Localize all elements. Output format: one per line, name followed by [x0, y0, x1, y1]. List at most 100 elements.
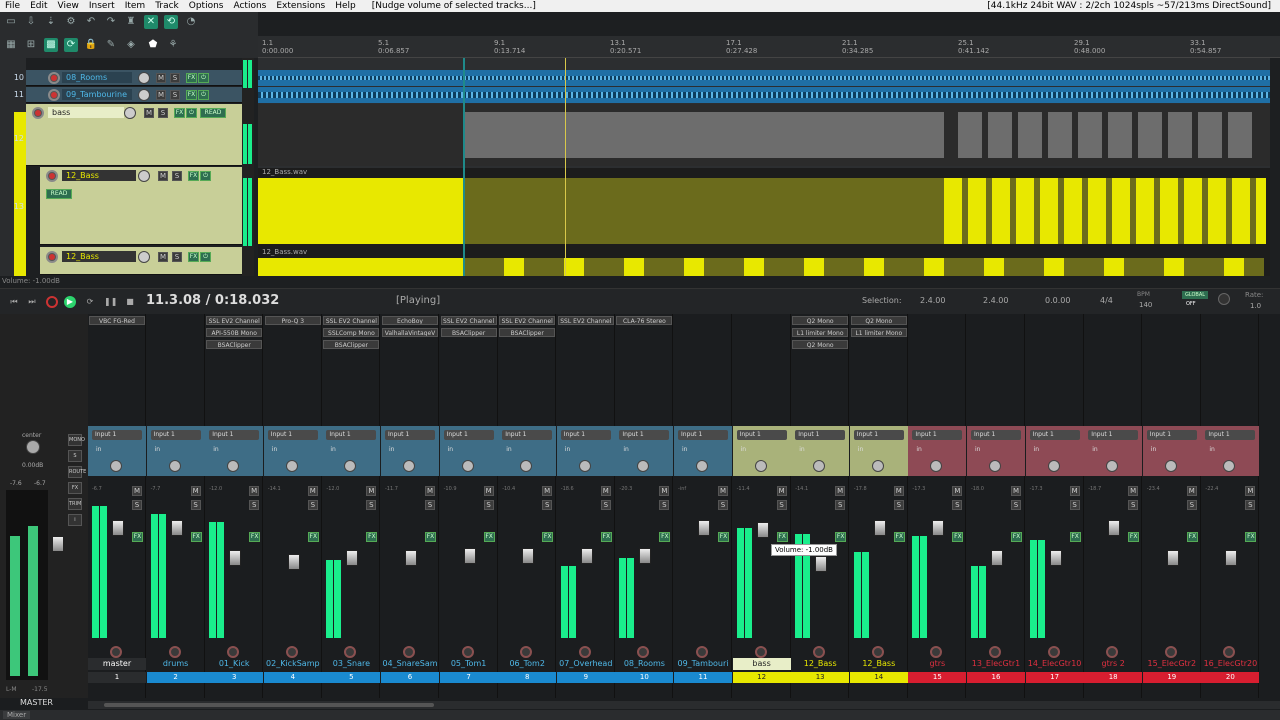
- metronome-icon[interactable]: ♜: [124, 15, 138, 29]
- volume-fader[interactable]: [873, 520, 886, 536]
- strip-name[interactable]: 05_Tom1: [440, 658, 498, 670]
- input-monitor-label[interactable]: in: [682, 446, 687, 453]
- record-arm-button[interactable]: [46, 251, 58, 263]
- strip-name[interactable]: gtrs 2: [1084, 658, 1142, 670]
- mute-button[interactable]: M: [425, 486, 435, 496]
- track-name[interactable]: 12_Bass: [62, 170, 136, 181]
- record-arm-button[interactable]: [930, 646, 943, 658]
- solo-button[interactable]: S: [600, 500, 611, 510]
- fx-button[interactable]: FX: [1011, 532, 1022, 542]
- automation-mode-button[interactable]: READ: [200, 108, 226, 118]
- input-select[interactable]: Input 1: [385, 430, 435, 440]
- rate-value[interactable]: 1.0: [1250, 302, 1261, 310]
- volume-fader[interactable]: [932, 520, 945, 536]
- input-monitor-label[interactable]: in: [741, 446, 746, 453]
- input-monitor-label[interactable]: in: [1151, 446, 1156, 453]
- track-name[interactable]: bass: [48, 107, 124, 118]
- fx-button[interactable]: FX: [249, 532, 261, 542]
- snap-icon[interactable]: ⊞: [24, 38, 38, 52]
- mute-button[interactable]: M: [1128, 486, 1139, 496]
- input-select[interactable]: Input 1: [209, 430, 260, 440]
- mute-button[interactable]: M: [893, 486, 904, 496]
- fx-slot[interactable]: BSAClipper: [499, 328, 556, 337]
- settings-icon[interactable]: ⚙: [64, 15, 78, 29]
- record-arm-button[interactable]: [344, 646, 357, 658]
- grid-snap-icon[interactable]: ▩: [44, 38, 58, 52]
- input-select[interactable]: Input 1: [443, 430, 494, 440]
- mute-button[interactable]: M: [158, 171, 168, 181]
- solo-button[interactable]: S: [190, 500, 201, 510]
- master-s-button[interactable]: S: [68, 450, 82, 462]
- redo-icon[interactable]: ↷: [104, 15, 118, 29]
- fx-slot[interactable]: SSL EV2 Channel: [557, 316, 614, 325]
- solo-button[interactable]: S: [249, 500, 260, 510]
- fx-button[interactable]: FX: [893, 532, 905, 542]
- mute-button[interactable]: M: [156, 73, 166, 83]
- fx-slot[interactable]: API-550B Mono: [206, 328, 263, 337]
- volume-fader[interactable]: [405, 550, 417, 566]
- solo-button[interactable]: S: [307, 500, 318, 510]
- input-select[interactable]: Input 1: [267, 430, 318, 440]
- mute-button[interactable]: M: [1069, 486, 1080, 496]
- mute-button[interactable]: M: [483, 486, 494, 496]
- input-select[interactable]: Input 1: [853, 430, 904, 440]
- pan-knob[interactable]: [578, 460, 591, 472]
- fx-slot[interactable]: Q2 Mono: [850, 316, 907, 325]
- solo-button[interactable]: S: [1011, 500, 1021, 510]
- strip-name[interactable]: 01_Kick: [205, 658, 263, 670]
- input-select[interactable]: Input 1: [1088, 430, 1139, 440]
- input-monitor-label[interactable]: in: [1092, 446, 1097, 453]
- solo-button[interactable]: S: [659, 500, 670, 510]
- input-select[interactable]: Input 1: [795, 430, 846, 440]
- master-mono-button[interactable]: MONO: [68, 434, 85, 446]
- volume-fader[interactable]: [991, 550, 1003, 566]
- fx-button[interactable]: FX: [186, 73, 197, 83]
- volume-icon[interactable]: ◈: [124, 38, 138, 52]
- master-volume-db[interactable]: 0.00dB: [22, 462, 43, 469]
- fx-slot[interactable]: BSAClipper: [440, 328, 497, 337]
- mute-button[interactable]: M: [158, 252, 168, 262]
- solo-button[interactable]: S: [1245, 500, 1256, 510]
- save-project-icon[interactable]: ⇣: [44, 15, 58, 29]
- fx-button[interactable]: FX: [659, 532, 671, 542]
- mute-button[interactable]: M: [835, 486, 846, 496]
- input-monitor-label[interactable]: in: [623, 446, 628, 453]
- pan-knob[interactable]: [813, 460, 826, 472]
- record-arm-button[interactable]: [403, 646, 415, 658]
- pan-knob[interactable]: [1164, 460, 1177, 472]
- pan-knob[interactable]: [637, 460, 650, 472]
- input-select[interactable]: Input 1: [326, 430, 377, 440]
- fx-slot[interactable]: ValhallaVintageV: [382, 328, 438, 337]
- record-arm-button[interactable]: [1106, 646, 1119, 658]
- track-name[interactable]: 12_Bass: [62, 251, 136, 262]
- track-panel-13[interactable]: 12_Bass M S FX ⏻ READ: [40, 167, 242, 245]
- volume-fader[interactable]: [522, 548, 535, 564]
- volume-fader[interactable]: [346, 550, 359, 566]
- track-panel-10[interactable]: 08_Rooms M S FX ⏻: [26, 70, 242, 86]
- pan-knob[interactable]: [1223, 460, 1236, 472]
- mute-button[interactable]: M: [776, 486, 787, 496]
- go-end-icon[interactable]: ⏭: [26, 296, 38, 308]
- volume-knob[interactable]: [138, 251, 150, 263]
- menu-actions[interactable]: Actions: [228, 1, 271, 11]
- record-arm-button[interactable]: [871, 646, 884, 658]
- lock-icon[interactable]: 🔒: [84, 38, 98, 52]
- mute-button[interactable]: M: [190, 486, 201, 496]
- volume-fader[interactable]: [112, 520, 124, 536]
- input-monitor-label[interactable]: in: [799, 446, 804, 453]
- input-monitor-label[interactable]: in: [975, 446, 980, 453]
- fx-slot[interactable]: CLA-76 Stereo: [616, 316, 673, 325]
- solo-button[interactable]: S: [425, 500, 435, 510]
- selection-length[interactable]: 0.0.00: [1045, 296, 1070, 305]
- record-arm-button[interactable]: [637, 646, 650, 658]
- record-arm-button[interactable]: [285, 646, 298, 658]
- fx-button[interactable]: FX: [835, 532, 847, 542]
- input-select[interactable]: Input 1: [971, 430, 1021, 440]
- strip-name[interactable]: 15_ElecGtr2: [1143, 658, 1201, 670]
- record-arm-button[interactable]: [227, 646, 240, 658]
- time-display[interactable]: 11.3.08 / 0:18.032: [146, 293, 279, 308]
- strip-name[interactable]: 09_Tambouri: [674, 658, 732, 670]
- mute-button[interactable]: M: [144, 108, 154, 118]
- fx-slot[interactable]: Q2 Mono: [792, 316, 849, 325]
- strip-name[interactable]: 07_Overhead: [557, 658, 615, 670]
